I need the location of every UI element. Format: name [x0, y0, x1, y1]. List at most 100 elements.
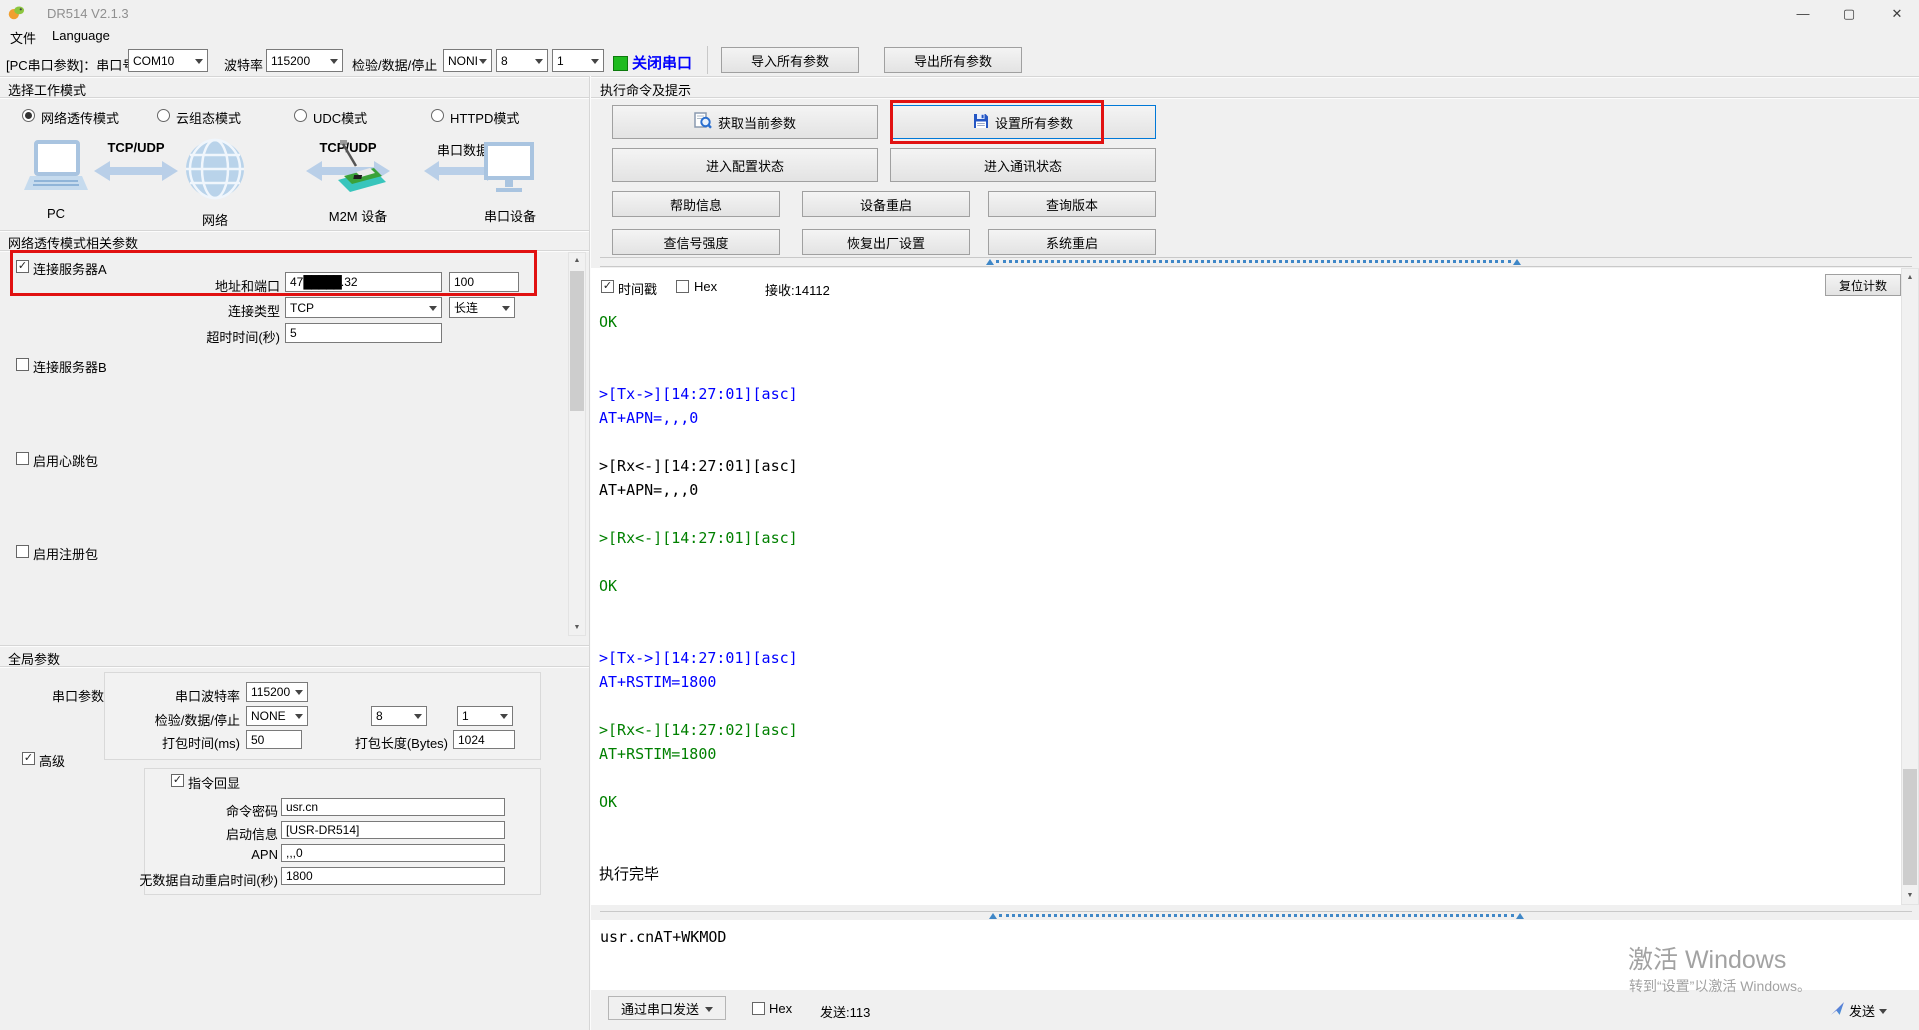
log-line: OK: [599, 790, 1889, 814]
hex-send-checkbox[interactable]: [752, 1002, 765, 1015]
get-current-params-button[interactable]: 获取当前参数: [612, 105, 878, 139]
hex-recv-checkbox[interactable]: [676, 280, 689, 293]
log-line: >[Tx->][14:27:01][asc]: [599, 382, 1889, 406]
button-label: 获取当前参数: [718, 113, 796, 132]
server-port-input[interactable]: 100: [449, 272, 519, 292]
check-signal-button[interactable]: 查信号强度: [612, 229, 780, 255]
cmdpwd-input[interactable]: usr.cn: [281, 798, 505, 816]
maximize-button[interactable]: ▢: [1828, 0, 1870, 27]
timestamp-checkbox[interactable]: ✓: [601, 280, 614, 293]
radio-cloud-mode[interactable]: [157, 109, 170, 122]
menu-item-file[interactable]: 文件: [10, 28, 36, 47]
enter-comm-state-button[interactable]: 进入通讯状态: [890, 148, 1156, 182]
button-label: 查信号强度: [663, 233, 728, 252]
timestamp-label[interactable]: 时间戳: [618, 279, 657, 298]
cmdpwd-value: usr.cn: [286, 800, 318, 814]
factory-reset-button[interactable]: 恢复出厂设置: [802, 229, 970, 255]
splitter-handle-icon[interactable]: [986, 259, 994, 265]
splitter-dots[interactable]: [996, 260, 1511, 263]
hex-send-label[interactable]: Hex: [769, 1001, 792, 1016]
log-scrollbar[interactable]: ▲ ▼: [1901, 268, 1919, 905]
radio-httpd-mode[interactable]: [431, 109, 444, 122]
button-label: 查询版本: [1046, 195, 1098, 214]
pc-laptop-icon: [24, 140, 88, 199]
radio-udc-mode[interactable]: [294, 109, 307, 122]
log-line: AT+RSTIM=1800: [599, 742, 1889, 766]
server-a-label[interactable]: 连接服务器A: [33, 259, 107, 278]
packlen-input[interactable]: 1024: [453, 730, 515, 749]
global-parity-select[interactable]: NONE: [246, 706, 308, 726]
device-restart-button[interactable]: 设备重启: [802, 191, 970, 217]
radio-label-httpd[interactable]: HTTPD模式: [450, 108, 519, 127]
packtime-input[interactable]: 50: [246, 730, 302, 749]
section-line: [0, 97, 589, 99]
timeout-input[interactable]: 5: [285, 323, 442, 343]
section-line: [0, 230, 589, 232]
echo-checkbox[interactable]: ✓: [171, 774, 184, 787]
heartbeat-checkbox[interactable]: [16, 452, 29, 465]
radio-label-network-transparent[interactable]: 网络透传模式: [41, 108, 119, 127]
global-databits-select[interactable]: 8: [371, 706, 427, 726]
server-a-checkbox[interactable]: ✓: [16, 260, 29, 273]
splitter-handle-icon[interactable]: [1513, 259, 1521, 265]
send-via-serial-button[interactable]: 通过串口发送: [608, 996, 726, 1020]
baud-select[interactable]: 115200: [266, 49, 343, 72]
serial-device-monitor-icon: [484, 142, 534, 199]
global-stopbits-select[interactable]: 1: [457, 706, 513, 726]
register-checkbox[interactable]: [16, 545, 29, 558]
close-button[interactable]: ✕: [1876, 0, 1918, 27]
splitter-handle-icon[interactable]: [1516, 913, 1524, 919]
radio-label-udc[interactable]: UDC模式: [313, 108, 367, 127]
apn-input[interactable]: ,,,0: [281, 844, 505, 862]
scrollbar-thumb[interactable]: [1903, 769, 1917, 885]
server-b-label[interactable]: 连接服务器B: [33, 357, 107, 376]
heartbeat-label[interactable]: 启用心跳包: [33, 451, 98, 470]
databits-select[interactable]: 8: [496, 49, 548, 72]
set-all-params-button[interactable]: 设置所有参数: [890, 105, 1156, 139]
server-b-checkbox[interactable]: [16, 358, 29, 371]
echo-label[interactable]: 指令回显: [188, 773, 240, 792]
advanced-label[interactable]: 高级: [39, 751, 65, 770]
restart-input[interactable]: 1800: [281, 867, 505, 885]
address-port-label: 地址和端口: [180, 276, 280, 295]
advanced-checkbox[interactable]: ✓: [22, 752, 35, 765]
splitter-handle-icon[interactable]: [989, 913, 997, 919]
timeout-label: 超时时间(秒): [180, 327, 280, 346]
scroll-down-icon[interactable]: ▼: [1902, 892, 1918, 899]
radio-network-transparent-mode[interactable]: [22, 109, 35, 122]
parity-select[interactable]: NONI: [443, 49, 492, 72]
conn-mode-select[interactable]: 长连: [449, 297, 515, 318]
import-params-button[interactable]: 导入所有参数: [721, 47, 859, 73]
menu-item-language[interactable]: Language: [52, 28, 110, 43]
enter-config-state-button[interactable]: 进入配置状态: [612, 148, 878, 182]
server-address-input[interactable]: 47█████.32: [285, 272, 442, 292]
left-panel-scrollbar[interactable]: ▲ ▼: [568, 252, 586, 636]
global-parity-label: 检验/数据/停止: [130, 710, 240, 729]
system-restart-button[interactable]: 系统重启: [988, 229, 1156, 255]
stopbits-select[interactable]: 1: [552, 49, 604, 72]
help-info-button[interactable]: 帮助信息: [612, 191, 780, 217]
scroll-up-icon[interactable]: ▲: [1902, 274, 1918, 281]
splitter-dots[interactable]: [999, 914, 1514, 917]
register-label[interactable]: 启用注册包: [33, 544, 98, 563]
close-port-button[interactable]: 关闭串口: [632, 52, 692, 73]
log-splitter[interactable]: [600, 257, 1912, 267]
conn-type-select[interactable]: TCP: [285, 297, 442, 318]
scroll-down-icon[interactable]: ▼: [569, 624, 585, 631]
minimize-button[interactable]: —: [1782, 0, 1824, 27]
chevron-down-icon: [591, 59, 599, 64]
bootmsg-input[interactable]: [USR-DR514]: [281, 821, 505, 839]
global-baud-select[interactable]: 115200: [246, 682, 308, 702]
com-port-select[interactable]: COM10: [128, 49, 208, 72]
log-line: AT+APN=,,,0: [599, 478, 1889, 502]
button-label: 设置所有参数: [995, 113, 1073, 132]
hex-recv-label[interactable]: Hex: [694, 279, 717, 294]
scroll-up-icon[interactable]: ▲: [569, 257, 585, 264]
reset-count-button[interactable]: 复位计数: [1825, 274, 1901, 296]
radio-label-cloud[interactable]: 云组态模式: [176, 108, 241, 127]
query-version-button[interactable]: 查询版本: [988, 191, 1156, 217]
chevron-down-icon: [429, 306, 437, 311]
send-button[interactable]: 发送: [1830, 998, 1910, 1022]
export-params-button[interactable]: 导出所有参数: [884, 47, 1022, 73]
scrollbar-thumb[interactable]: [570, 271, 584, 411]
